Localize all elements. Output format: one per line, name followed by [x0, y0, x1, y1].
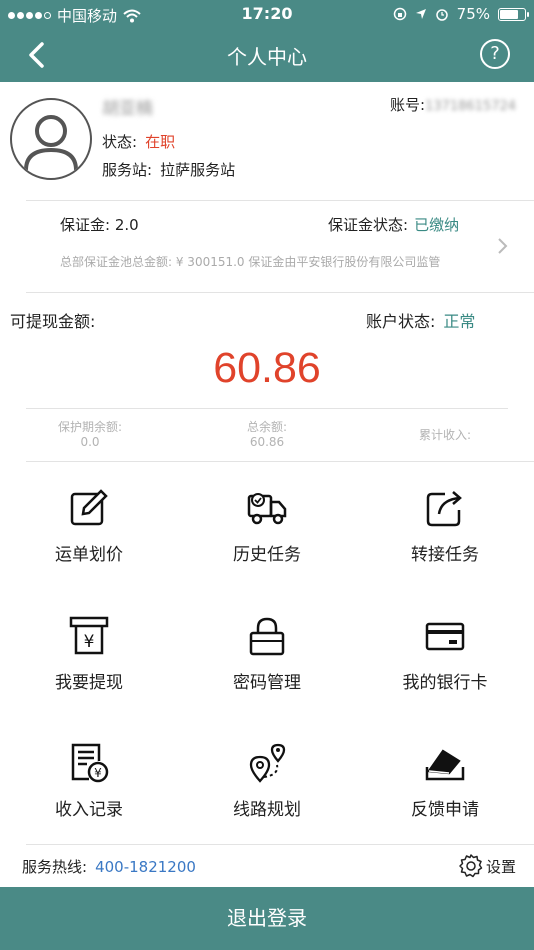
- menu-item-waybill-pricing[interactable]: 运单划价: [0, 488, 178, 616]
- edit-icon: [70, 489, 108, 526]
- employment-status: 状态: 在职: [102, 131, 175, 152]
- service-hotline: 服务热线: 400-1821200: [22, 856, 196, 877]
- deposit-pool-note: 总部保证金池总金额: ¥ 300151.0 保证金由平安银行股份有限公司监管: [60, 255, 441, 269]
- deposit-status-value: 已缴纳: [414, 216, 460, 234]
- bank-card-icon: [425, 622, 465, 651]
- nav-bar: 个人中心 ?: [0, 28, 534, 82]
- service-station: 服务站: 拉萨服务站: [102, 159, 235, 180]
- battery-percent: 75%: [456, 5, 490, 23]
- avatar[interactable]: [10, 98, 92, 180]
- settings-button[interactable]: 设置: [458, 853, 516, 879]
- menu-item-password[interactable]: 密码管理: [178, 616, 356, 744]
- deposit-value: 2.0: [114, 216, 139, 234]
- user-name: 胡亚楠: [102, 99, 153, 119]
- status-label: 状态:: [102, 133, 138, 151]
- feedback-icon: [425, 749, 465, 781]
- menu-item-transfer-task[interactable]: 转接任务: [356, 488, 534, 616]
- account-label: 账号:: [390, 96, 426, 114]
- account-value: 13718615724: [425, 99, 517, 114]
- menu-label: 线路规划: [233, 800, 301, 820]
- stat-label: 累计收入:: [418, 428, 472, 442]
- location-arrow-icon: [415, 9, 426, 19]
- divider: [26, 292, 534, 293]
- divider: [26, 844, 534, 845]
- route-icon: [249, 743, 286, 783]
- menu-label: 历史任务: [233, 545, 301, 565]
- hotline-number[interactable]: 400-1821200: [95, 858, 196, 876]
- menu-label: 运单划价: [55, 545, 123, 565]
- battery-level: [500, 9, 518, 19]
- cumulative-income: 累计收入:: [385, 428, 505, 443]
- station-value: 拉萨服务站: [160, 161, 236, 179]
- station-label: 服务站:: [102, 161, 153, 179]
- gear-icon: [459, 854, 483, 878]
- lock-icon: [249, 617, 285, 656]
- income-record-icon: ¥: [71, 743, 109, 783]
- status-bar: 中国移动 17:20 75%: [0, 0, 534, 28]
- alarm-icon: [435, 9, 448, 21]
- menu-item-feedback[interactable]: 反馈申请: [356, 743, 534, 871]
- deposit-label: 保证金:: [60, 216, 111, 234]
- battery-icon: [498, 7, 529, 21]
- svg-text:¥: ¥: [84, 632, 95, 652]
- protection-balance: 保护期余额: 0.0: [30, 420, 150, 450]
- share-icon: [426, 491, 462, 527]
- stat-value: 0.0: [80, 435, 100, 449]
- deposit-amount: 保证金: 2.0: [60, 214, 139, 235]
- menu-item-bank-card[interactable]: 我的银行卡: [356, 616, 534, 744]
- orientation-lock-icon: [393, 7, 406, 21]
- help-icon[interactable]: ?: [480, 39, 510, 69]
- menu-item-income-record[interactable]: ¥ 收入记录: [0, 743, 178, 871]
- stat-label: 保护期余额:: [57, 420, 123, 434]
- divider: [26, 200, 534, 201]
- deposit-status-label: 保证金状态:: [328, 216, 409, 234]
- svg-text:¥: ¥: [94, 766, 102, 780]
- withdrawable-label: 可提现金额:: [10, 312, 96, 331]
- account-status-label: 账户状态:: [366, 312, 436, 331]
- settings-label: 设置: [486, 857, 517, 876]
- menu-label: 收入记录: [55, 800, 123, 820]
- account-status: 账户状态: 正常: [366, 308, 475, 332]
- menu-item-route-planning[interactable]: 线路规划: [178, 743, 356, 871]
- menu-label: 我的银行卡: [402, 673, 488, 693]
- withdrawable-amount: 60.86: [213, 344, 321, 392]
- user-icon: [24, 115, 78, 171]
- menu-label: 我要提现: [55, 673, 123, 693]
- total-balance: 总余额: 60.86: [207, 420, 327, 450]
- divider: [26, 408, 508, 409]
- withdraw-icon: ¥: [69, 616, 109, 655]
- page-title: 个人中心: [227, 45, 307, 69]
- stat-label: 总余额:: [246, 420, 288, 434]
- menu-label: 反馈申请: [411, 800, 479, 820]
- status-value: 在职: [145, 133, 176, 151]
- menu-label: 转接任务: [411, 545, 479, 565]
- menu-label: 密码管理: [233, 673, 301, 693]
- profile-section: 胡亚楠 账号:13718615724 状态: 在职 服务站: 拉萨服务站: [0, 82, 534, 200]
- truck-icon: [247, 493, 287, 525]
- chevron-right-icon[interactable]: [496, 236, 510, 256]
- stat-value: 60.86: [249, 435, 285, 449]
- divider: [26, 461, 534, 462]
- account-number: 账号:13718615724: [390, 94, 516, 115]
- hotline-label: 服务热线:: [22, 858, 88, 876]
- deposit-status: 保证金状态: 已缴纳: [328, 214, 459, 235]
- menu-item-task-history[interactable]: 历史任务: [178, 488, 356, 616]
- status-bar-right: 75%: [393, 5, 529, 23]
- account-status-value: 正常: [443, 312, 476, 331]
- menu-item-withdraw[interactable]: ¥ 我要提现: [0, 616, 178, 744]
- logout-button[interactable]: 退出登录: [0, 887, 534, 950]
